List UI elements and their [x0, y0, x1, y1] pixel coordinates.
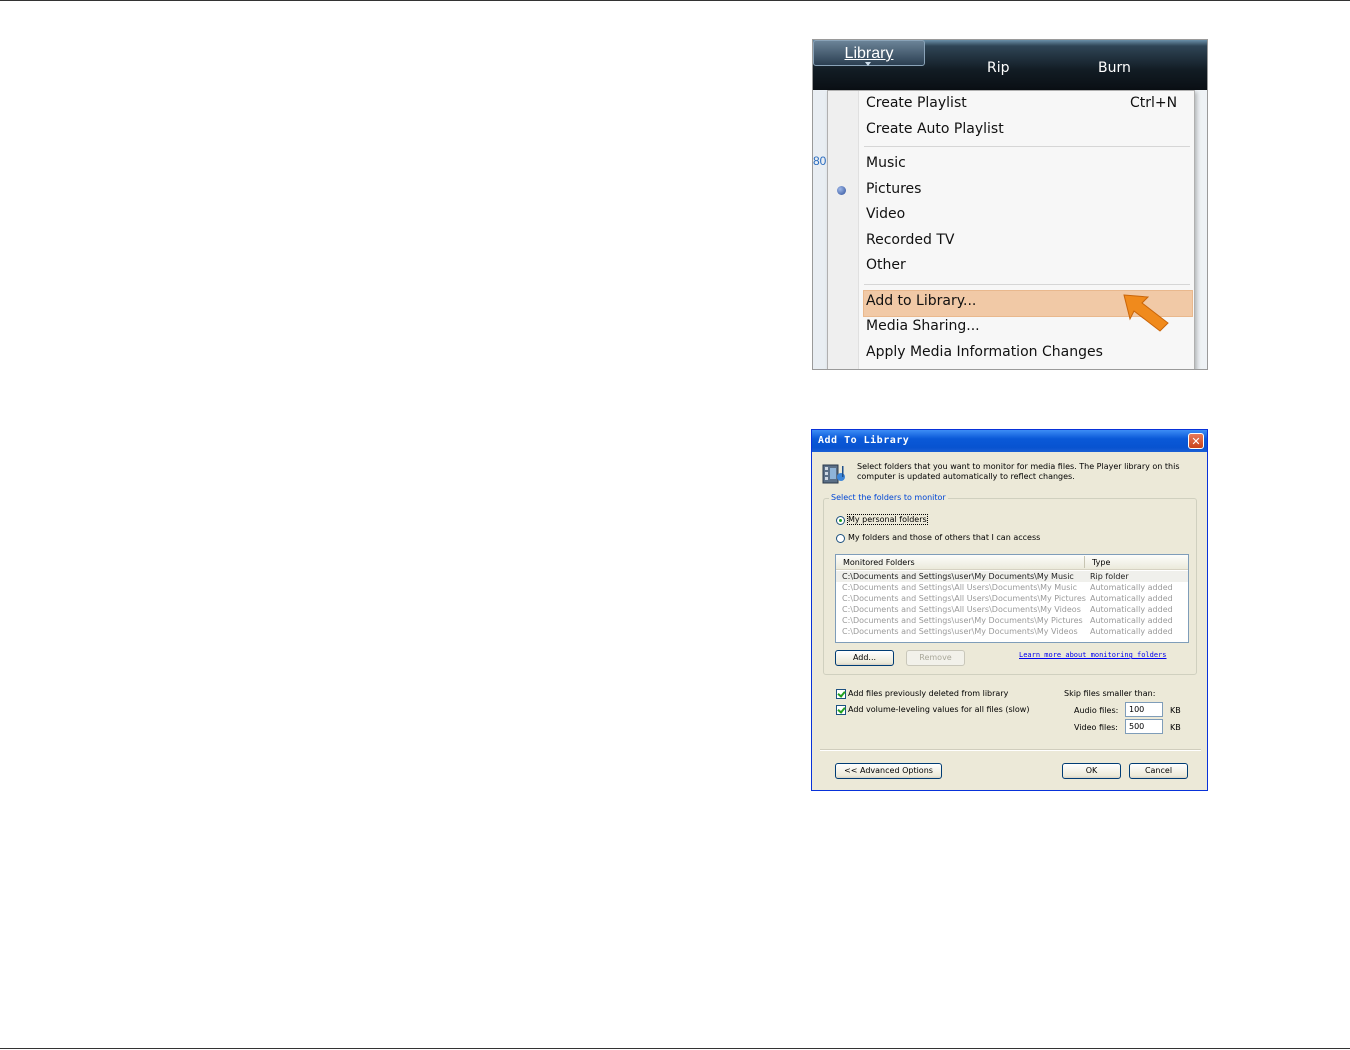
- add-button[interactable]: Add...: [835, 650, 894, 666]
- checkbox-add-deleted-files[interactable]: [836, 689, 846, 699]
- tab-rip[interactable]: Rip: [987, 60, 1010, 76]
- audio-unit-label: KB: [1170, 706, 1181, 715]
- radio-personal-folders-label[interactable]: My personal folders: [847, 514, 928, 525]
- ok-button[interactable]: OK: [1062, 763, 1121, 779]
- column-header-type[interactable]: Type: [1092, 558, 1110, 567]
- list-item[interactable]: C:\Documents and Settings\All Users\Docu…: [836, 582, 1188, 593]
- group-label: Select the folders to monitor: [829, 493, 948, 502]
- menu-item-video[interactable]: Video: [866, 206, 905, 222]
- bottom-rule: [0, 1048, 1350, 1049]
- menu-shortcut-ctrl-n: Ctrl+N: [1130, 95, 1178, 111]
- checkbox-volume-leveling[interactable]: [836, 705, 846, 715]
- dialog-separator: [820, 749, 1201, 751]
- dialog-description: Select folders that you want to monitor …: [857, 462, 1180, 481]
- add-to-library-dialog: Add To Library ✕ Select folders that you…: [811, 429, 1208, 791]
- background-pane-left: [813, 90, 828, 369]
- wmp-library-menu-screenshot: Library Rip Burn 80 Create Playlist Ctrl…: [812, 39, 1208, 370]
- top-rule: [0, 0, 1350, 1]
- tab-library-label: Library: [844, 45, 894, 62]
- chevron-down-icon: [865, 62, 871, 66]
- radio-others-folders-label[interactable]: My folders and those of others that I ca…: [848, 533, 1040, 542]
- menu-item-add-to-library[interactable]: Add to Library...: [866, 293, 976, 309]
- tab-library[interactable]: Library: [813, 40, 925, 66]
- column-header-monitored-folders[interactable]: Monitored Folders: [843, 558, 915, 567]
- menu-item-other[interactable]: Other: [866, 257, 906, 273]
- audio-files-label: Audio files:: [1074, 706, 1119, 715]
- menu-item-apply-media-information-changes[interactable]: Apply Media Information Changes: [866, 344, 1103, 360]
- remove-button[interactable]: Remove: [906, 650, 965, 666]
- monitored-folders-list[interactable]: Monitored Folders Type C:\Documents and …: [835, 554, 1189, 643]
- menu-item-recorded-tv[interactable]: Recorded TV: [866, 232, 954, 248]
- menu-item-create-auto-playlist[interactable]: Create Auto Playlist: [866, 121, 1004, 137]
- menu-separator: [864, 146, 1190, 147]
- radio-personal-folders[interactable]: [836, 516, 845, 525]
- list-item[interactable]: C:\Documents and Settings\user\My Docume…: [836, 571, 1188, 582]
- dialog-titlebar[interactable]: Add To Library ✕: [812, 430, 1207, 452]
- checkbox-add-deleted-files-label[interactable]: Add files previously deleted from librar…: [848, 689, 1008, 698]
- wmp-toolbar: Library Rip Burn: [813, 40, 1207, 90]
- audio-size-input[interactable]: 100: [1125, 702, 1163, 717]
- cancel-button[interactable]: Cancel: [1129, 763, 1188, 779]
- background-number: 80: [813, 154, 827, 168]
- list-item[interactable]: C:\Documents and Settings\user\My Docume…: [836, 626, 1188, 637]
- advanced-options-button[interactable]: << Advanced Options: [835, 763, 942, 779]
- close-button[interactable]: ✕: [1188, 433, 1204, 449]
- list-item[interactable]: C:\Documents and Settings\user\My Docume…: [836, 615, 1188, 626]
- background-pane-right: [1195, 90, 1207, 369]
- video-unit-label: KB: [1170, 723, 1181, 732]
- dialog-title: Add To Library: [818, 435, 910, 446]
- pointer-arrow-icon: [1123, 294, 1169, 332]
- video-size-input[interactable]: 500: [1125, 719, 1163, 734]
- list-item[interactable]: C:\Documents and Settings\All Users\Docu…: [836, 593, 1188, 604]
- learn-more-link[interactable]: Learn more about monitoring folders: [1019, 651, 1167, 659]
- list-header: Monitored Folders Type: [836, 555, 1188, 570]
- menu-gutter: [828, 91, 859, 369]
- library-dropdown-menu: Create Playlist Ctrl+N Create Auto Playl…: [827, 90, 1195, 369]
- menu-item-pictures[interactable]: Pictures: [866, 181, 921, 197]
- menu-separator: [864, 284, 1190, 285]
- media-library-icon: [822, 464, 845, 484]
- column-divider[interactable]: [1084, 556, 1085, 568]
- menu-item-create-playlist[interactable]: Create Playlist: [866, 95, 967, 111]
- checkbox-volume-leveling-label[interactable]: Add volume-leveling values for all files…: [848, 705, 1029, 714]
- menu-item-media-sharing[interactable]: Media Sharing...: [866, 318, 980, 334]
- tab-burn[interactable]: Burn: [1098, 60, 1131, 76]
- selected-bullet-icon: [837, 186, 846, 195]
- list-item[interactable]: C:\Documents and Settings\All Users\Docu…: [836, 604, 1188, 615]
- menu-item-music[interactable]: Music: [866, 155, 906, 171]
- video-files-label: Video files:: [1074, 723, 1119, 732]
- radio-others-folders[interactable]: [836, 534, 845, 543]
- skip-files-label: Skip files smaller than:: [1064, 689, 1156, 698]
